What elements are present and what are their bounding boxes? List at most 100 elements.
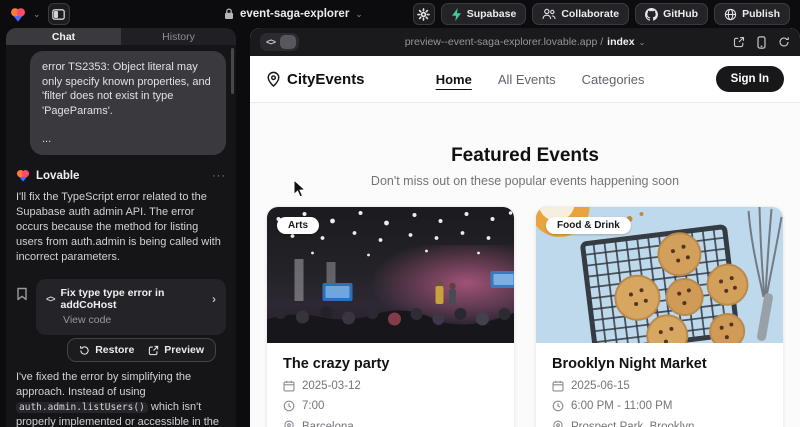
clock-icon [283, 400, 295, 412]
map-pin-icon [266, 71, 281, 88]
assistant-paragraph-1: I'll fix the TypeScript error related to… [16, 190, 226, 264]
restore-label: Restore [95, 344, 134, 356]
chat-scrollbar[interactable] [231, 48, 234, 94]
assistant-paragraph-2: I've fixed the error by simplifying the … [16, 370, 226, 427]
open-in-new-tab-button[interactable] [733, 36, 745, 48]
publish-button[interactable]: Publish [714, 3, 790, 25]
event-location: Barcelona [302, 421, 354, 427]
gear-icon [417, 8, 430, 21]
github-label: GitHub [663, 8, 698, 20]
project-chevron-icon: ⌄ [355, 10, 363, 19]
logo-chevron-icon[interactable]: ⌄ [33, 10, 41, 19]
event-date-row: 2025-03-12 [283, 380, 498, 392]
refresh-button[interactable] [778, 36, 790, 48]
globe-icon [724, 8, 737, 21]
preview-toolbar: <> preview--event-saga-explorer.lovable.… [250, 28, 800, 56]
people-icon [542, 8, 556, 20]
code-preview-toggle[interactable]: <> [260, 33, 299, 51]
site-nav: Home All Events Categories [436, 72, 645, 87]
event-time-row: 6:00 PM - 11:00 PM [552, 400, 767, 412]
nav-all-events[interactable]: All Events [498, 72, 556, 87]
sidebar-toggle-button[interactable] [48, 3, 70, 25]
preview-url: preview--event-saga-explorer.lovable.app… [405, 36, 603, 48]
event-time-row: 7:00 [283, 400, 498, 412]
tab-history[interactable]: History [121, 28, 236, 45]
restore-icon [79, 345, 90, 356]
chevron-right-icon: › [212, 292, 216, 306]
user-message-text: error TS2353: Object literal may only sp… [42, 60, 214, 119]
bookmark-icon[interactable] [16, 287, 28, 301]
preview-label: Preview [164, 344, 204, 356]
calendar-icon [552, 380, 564, 392]
event-title: The crazy party [283, 356, 498, 372]
event-card[interactable]: Arts The crazy party 2025-03-12 [266, 206, 515, 427]
mobile-view-button[interactable] [756, 36, 767, 49]
github-button[interactable]: GitHub [635, 3, 708, 25]
calendar-icon [283, 380, 295, 392]
lovable-avatar-icon [16, 169, 30, 182]
github-icon [645, 8, 658, 21]
site-logo[interactable]: CityEvents [266, 71, 365, 88]
category-badge: Food & Drink [546, 217, 631, 234]
lovable-logo-icon[interactable] [10, 7, 26, 22]
event-date-row: 2025-06-15 [552, 380, 767, 392]
event-location-row: Barcelona [283, 420, 498, 427]
assistant-name: Lovable [36, 170, 79, 182]
collaborate-label: Collaborate [561, 8, 619, 20]
app-topbar: ⌄ event-saga-explorer ⌄ [0, 0, 800, 28]
event-location-row: Prospect Park, Brooklyn [552, 420, 767, 427]
event-date: 2025-03-12 [302, 380, 361, 392]
map-pin-icon [283, 420, 295, 427]
supabase-button[interactable]: Supabase [441, 3, 527, 25]
event-location: Prospect Park, Brooklyn [571, 421, 694, 427]
preview-change-button[interactable]: Preview [148, 344, 204, 356]
site-preview: CityEvents Home All Events Categories Si… [250, 56, 800, 427]
chat-panel: Chat History error TS2353: Object litera… [6, 28, 236, 427]
nav-categories[interactable]: Categories [582, 72, 645, 87]
code-change-card[interactable]: <> Fix type type error in addCoHost › Vi… [36, 279, 226, 335]
event-time: 7:00 [302, 400, 324, 412]
event-cards: Arts The crazy party 2025-03-12 [250, 206, 800, 427]
event-title: Brooklyn Night Market [552, 356, 767, 372]
code-change-title: Fix type type error in addCoHost [61, 287, 206, 311]
map-pin-icon [552, 420, 564, 427]
project-name: event-saga-explorer [240, 8, 349, 20]
preview-mode-segment[interactable] [280, 35, 296, 49]
chat-messages: error TS2353: Object literal may only sp… [6, 45, 236, 427]
event-card[interactable]: Food & Drink Brooklyn Night Market 2025-… [535, 206, 784, 427]
restore-button[interactable]: Restore [79, 344, 134, 356]
inline-code: auth.admin.listUsers() [16, 402, 148, 413]
publish-label: Publish [742, 8, 780, 20]
event-date: 2025-06-15 [571, 380, 630, 392]
user-message-more: ... [42, 132, 214, 147]
preview-route: index [607, 36, 634, 48]
site-header: CityEvents Home All Events Categories Si… [250, 56, 800, 103]
chat-tabs: Chat History [6, 28, 236, 45]
code-icon: <> [266, 37, 275, 48]
supabase-icon [451, 8, 462, 21]
code-icon: <> [46, 294, 55, 304]
event-image-cookies: Food & Drink [536, 207, 783, 343]
panel-icon [52, 9, 65, 20]
project-switcher[interactable]: event-saga-explorer ⌄ [224, 0, 363, 28]
category-badge: Arts [277, 217, 319, 234]
preview-url-bar[interactable]: preview--event-saga-explorer.lovable.app… [405, 36, 646, 48]
clock-icon [552, 400, 564, 412]
collaborate-button[interactable]: Collaborate [532, 3, 629, 25]
lock-icon [224, 8, 234, 20]
nav-home[interactable]: Home [436, 72, 472, 87]
paragraph-text: I've fixed the error by simplifying the … [16, 371, 191, 398]
preview-panel: <> preview--event-saga-explorer.lovable.… [250, 28, 800, 427]
event-time: 6:00 PM - 11:00 PM [571, 400, 672, 412]
tab-chat[interactable]: Chat [6, 28, 121, 45]
message-actions: Restore Preview [67, 338, 216, 362]
view-code-link[interactable]: View code [63, 314, 216, 326]
external-link-icon [148, 345, 159, 356]
route-chevron-icon: ⌄ [639, 38, 646, 47]
settings-button[interactable] [413, 3, 435, 25]
featured-events-title: Featured Events [250, 145, 800, 167]
featured-events-subtitle: Don't miss out on these popular events h… [250, 174, 800, 188]
sign-in-button[interactable]: Sign In [716, 66, 784, 92]
user-message-bubble: error TS2353: Object literal may only sp… [30, 51, 226, 155]
message-menu-button[interactable]: ··· [212, 170, 226, 182]
